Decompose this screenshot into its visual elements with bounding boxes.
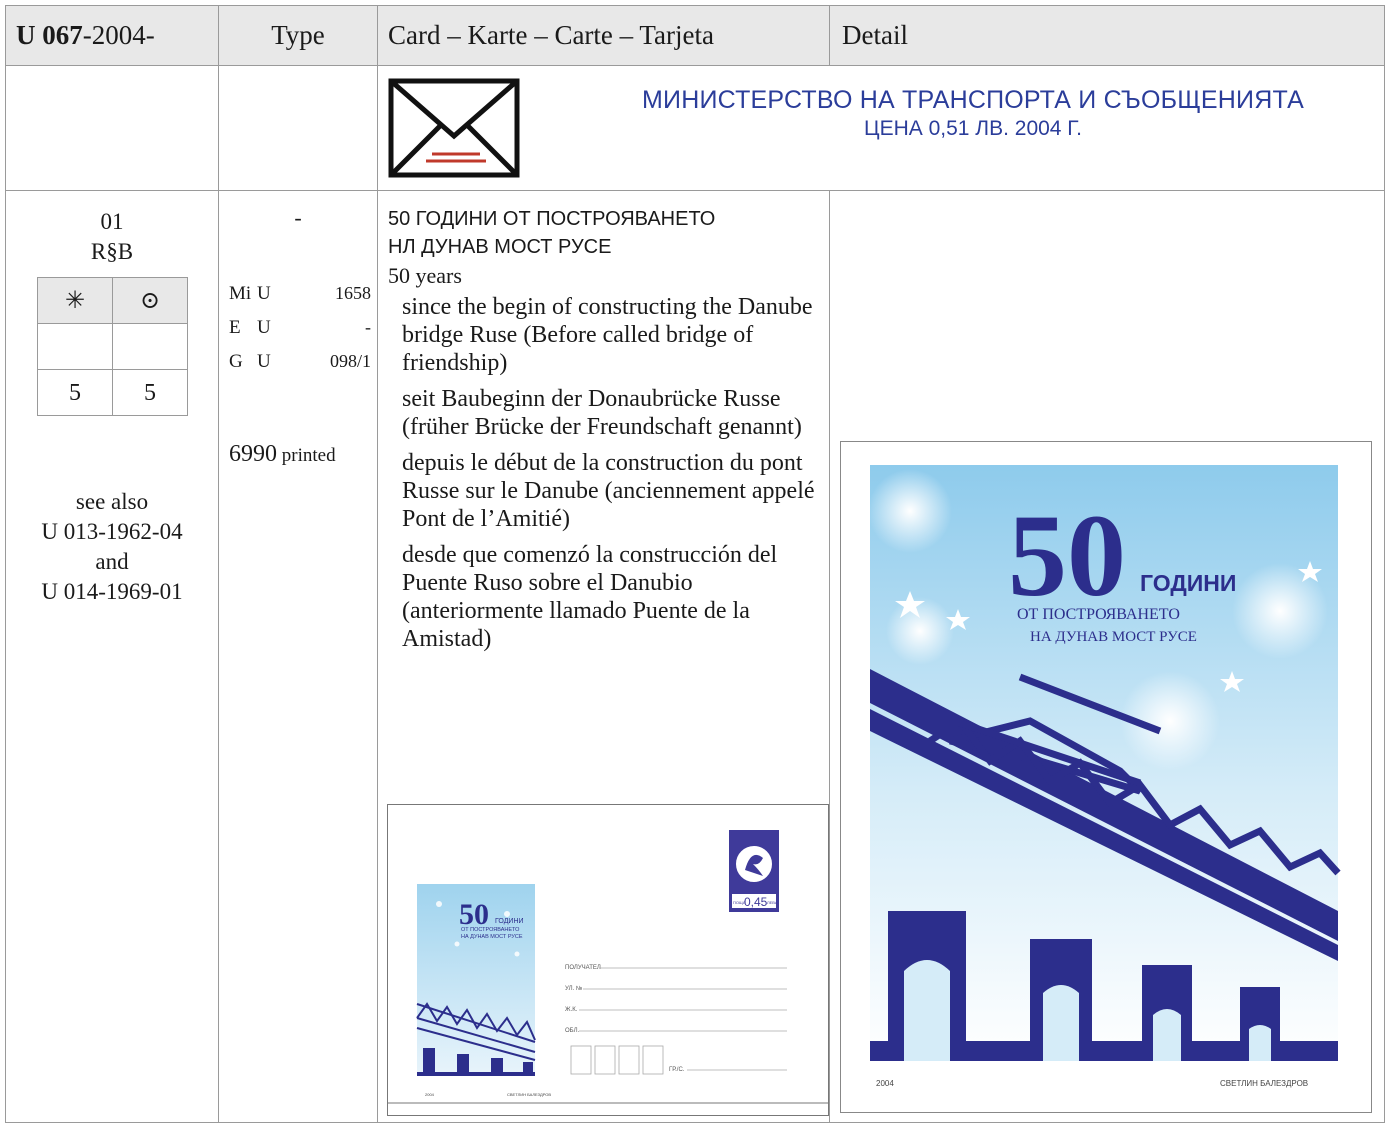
catalog-letter: U	[257, 317, 271, 338]
valuation-table: ✳ ⊙ 5 5	[37, 277, 188, 416]
print-run-number: 6990	[229, 441, 277, 467]
catalog-table: U 067 -2004- Type Card – Karte – Carte – …	[5, 5, 1385, 1123]
detail-image: 50 ГОДИНИ ОТ ПОСТРОЯВАНЕТО НА ДУНАВ МОСТ…	[840, 441, 1372, 1113]
catalog-name: G	[229, 351, 243, 372]
item-rsb: R§B	[90, 239, 134, 264]
catalog-letter: U	[257, 283, 271, 304]
catalog-row-e: E U -	[229, 317, 371, 339]
catalog-row-g: G U 098/1	[229, 351, 371, 373]
catalog-letter: U	[257, 351, 271, 372]
catalog-row-mi: Mi U 1658	[229, 283, 371, 305]
text-spanish: desde que comenzó la construcción del Pu…	[402, 542, 778, 652]
stamp-value: 0,45	[744, 895, 768, 909]
used-symbol: ⊙	[112, 277, 188, 324]
header-card: Card – Karte – Carte – Tarjeta	[377, 5, 830, 66]
header-detail: Detail	[829, 5, 1385, 66]
detail-year: 2004	[876, 1079, 894, 1088]
catalog-id-bold: U 067	[16, 20, 83, 50]
header-catalog-id: U 067 -2004-	[5, 5, 219, 66]
text-french: depuis le début de la construc­tion du p…	[402, 450, 815, 532]
imprint-price: ЦЕНА 0,51 ЛВ. 2004 Г.	[864, 117, 1082, 140]
item-cell: 01 R§B ✳ ⊙ 5 5 see also U 013-1962-04 an…	[5, 190, 219, 1123]
header-type: Type	[218, 5, 378, 66]
see-also-label: see also	[75, 489, 149, 514]
empty-cell	[37, 323, 113, 370]
catalog-name: Mi	[229, 283, 252, 304]
description-cell: 50 ГОДИНИ ОТ ПОСТРОЯВАНЕТО НЛ ДУНАВ МОСТ…	[377, 190, 830, 1123]
env-title-1: ГОДИНИ	[495, 918, 524, 925]
catalog-numbers-cell: - Mi U 1658 E U - G U 098/1 6990 printed	[218, 190, 378, 1123]
detail-title-2: ОТ ПОСТРОЯВАНЕТО	[1017, 606, 1180, 623]
envelope-image: 50 ГОДИНИ ОТ ПОСТРОЯВАНЕТО НА ДУНАВ МОСТ…	[387, 804, 829, 1116]
env-title-2: ОТ ПОСТРОЯВАНЕТО	[461, 927, 520, 933]
imprinted-stamp: ПОЩА 0,45 ЛЕВА	[729, 830, 779, 912]
description-text: 50 ГОДИНИ ОТ ПОСТРОЯВАНЕТО НЛ ДУНАВ МОСТ…	[388, 205, 828, 653]
detail-cell: 50 ГОДИНИ ОТ ПОСТРОЯВАНЕТО НА ДУНАВ МОСТ…	[829, 190, 1385, 1123]
env-title-3: НА ДУНАВ МОСТ РУСЕ	[461, 934, 523, 940]
catalog-value: -	[365, 317, 371, 337]
addr-city: ГР./С.	[669, 1067, 685, 1073]
addr-region: ОБЛ.	[565, 1028, 580, 1034]
stamp-right: ЛЕВА	[767, 900, 778, 905]
text-english: since the begin of constructing the Danu…	[402, 294, 813, 376]
detail-title-3: НА ДУНАВ МОСТ РУСЕ	[1030, 629, 1197, 645]
mint-value: 5	[37, 369, 113, 416]
catalog-value: 1658	[335, 283, 371, 303]
detail-title-1: ГОДИНИ	[1140, 570, 1236, 596]
print-run-label: printed	[281, 445, 336, 466]
text-german: seit Baubeginn der Donaubrücke Russe (fr…	[402, 386, 802, 440]
detail-artist: СВЕТЛИН БАЛЕЗДРОВ	[1220, 1079, 1308, 1088]
addr-block: Ж.К.	[565, 1007, 578, 1013]
detail-big-50: 50	[1008, 490, 1126, 621]
print-run: 6990 printed	[229, 441, 375, 468]
ministry-name: МИНИСТЕРСТВО НА ТРАНСПОРТА И СЪОБЩЕНИЯТА	[642, 86, 1304, 114]
env-artist: СВЕТЛИН БАЛЕЗДРОВ	[507, 1092, 551, 1097]
row2-empty-1	[5, 65, 219, 191]
see-also-and: and	[95, 549, 129, 574]
mint-symbol: ✳	[37, 277, 113, 324]
title-bg-2: НЛ ДУНАВ МОСТ РУСЕ	[388, 236, 612, 258]
ministry-imprint: МИНИСТЕРСТВО НА ТРАНСПОРТА И СЪОБЩЕНИЯТА…	[593, 86, 1353, 141]
empty-cell	[112, 323, 188, 370]
row2-empty-2	[218, 65, 378, 191]
envelope-icon	[388, 78, 520, 178]
see-also: see also U 013-1962-04 and U 014-1969-01	[6, 487, 218, 607]
see-also-ref-2: U 014-1969-01	[41, 579, 183, 604]
catalog-value: 098/1	[329, 351, 371, 371]
env-year: 2004	[425, 1092, 435, 1097]
see-also-ref-1: U 013-1962-04	[41, 519, 183, 544]
item-number: 01	[100, 209, 124, 234]
addr-street: УЛ. №	[565, 985, 582, 992]
catalog-name: E	[229, 317, 241, 338]
addr-recipient: ПОЛУЧАТЕЛ	[565, 965, 601, 971]
used-value: 5	[112, 369, 188, 416]
lead-text: 50 years	[388, 263, 462, 288]
type-dash: -	[294, 205, 302, 230]
title-bg-1: 50 ГОДИНИ ОТ ПОСТРОЯВАНЕТО	[388, 208, 716, 230]
imprint-cell: МИНИСТЕРСТВО НА ТРАНСПОРТА И СЪОБЩЕНИЯТА…	[377, 65, 1385, 191]
catalog-id-year: -2004-	[82, 20, 155, 50]
